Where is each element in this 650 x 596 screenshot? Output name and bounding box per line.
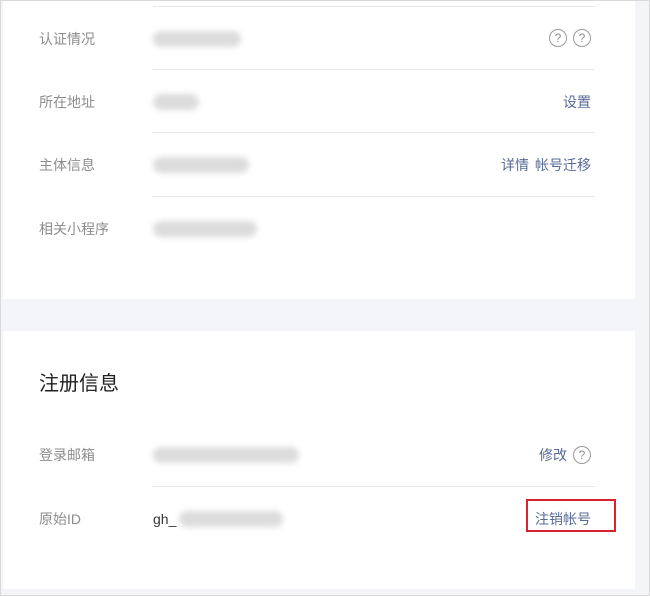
login-email-actions: 修改 ? <box>539 445 591 465</box>
address-actions: 设置 <box>563 92 591 112</box>
help-icon[interactable]: ? <box>573 29 591 47</box>
section-title: 注册信息 <box>39 373 119 395</box>
blurred-value <box>153 94 199 110</box>
divider <box>153 486 595 487</box>
verification-actions: ? ? <box>549 29 591 47</box>
divider <box>153 196 595 197</box>
help-icon[interactable]: ? <box>549 29 567 47</box>
divider <box>153 6 595 7</box>
account-migration-link[interactable]: 帐号迁移 <box>535 155 591 175</box>
page-frame: 认证情况 ? ? 所在地址 设置 主体信息 详情 帐号迁移 相关小程序 注册信息… <box>0 0 650 596</box>
verification-label: 认证情况 <box>39 31 95 47</box>
mini-programs-row: 相关小程序 <box>39 219 591 239</box>
entity-info-row: 主体信息 详情 帐号迁移 <box>39 155 591 175</box>
login-email-label: 登录邮箱 <box>39 447 95 463</box>
entity-info-label: 主体信息 <box>39 157 95 173</box>
blurred-value <box>153 31 241 47</box>
blurred-value <box>153 157 249 173</box>
help-icon[interactable]: ? <box>573 446 591 464</box>
details-link[interactable]: 详情 <box>501 155 529 175</box>
blurred-value <box>153 221 257 237</box>
original-id-label: 原始ID <box>39 511 81 527</box>
modify-email-link[interactable]: 修改 <box>539 445 567 465</box>
original-id-row: 原始ID gh_ 注销帐号 <box>39 509 591 529</box>
address-label: 所在地址 <box>39 94 95 110</box>
address-row: 所在地址 设置 <box>39 92 591 112</box>
divider <box>153 132 595 133</box>
divider <box>153 69 595 70</box>
blurred-value <box>179 511 283 527</box>
verification-row: 认证情况 ? ? <box>39 29 591 49</box>
original-id-prefix: gh_ <box>153 511 177 527</box>
blurred-value <box>153 447 299 463</box>
set-address-link[interactable]: 设置 <box>563 92 591 112</box>
highlight-box <box>526 499 616 532</box>
entity-info-actions: 详情 帐号迁移 <box>501 155 591 175</box>
mini-programs-label: 相关小程序 <box>39 221 109 237</box>
login-email-row: 登录邮箱 修改 ? <box>39 445 591 465</box>
